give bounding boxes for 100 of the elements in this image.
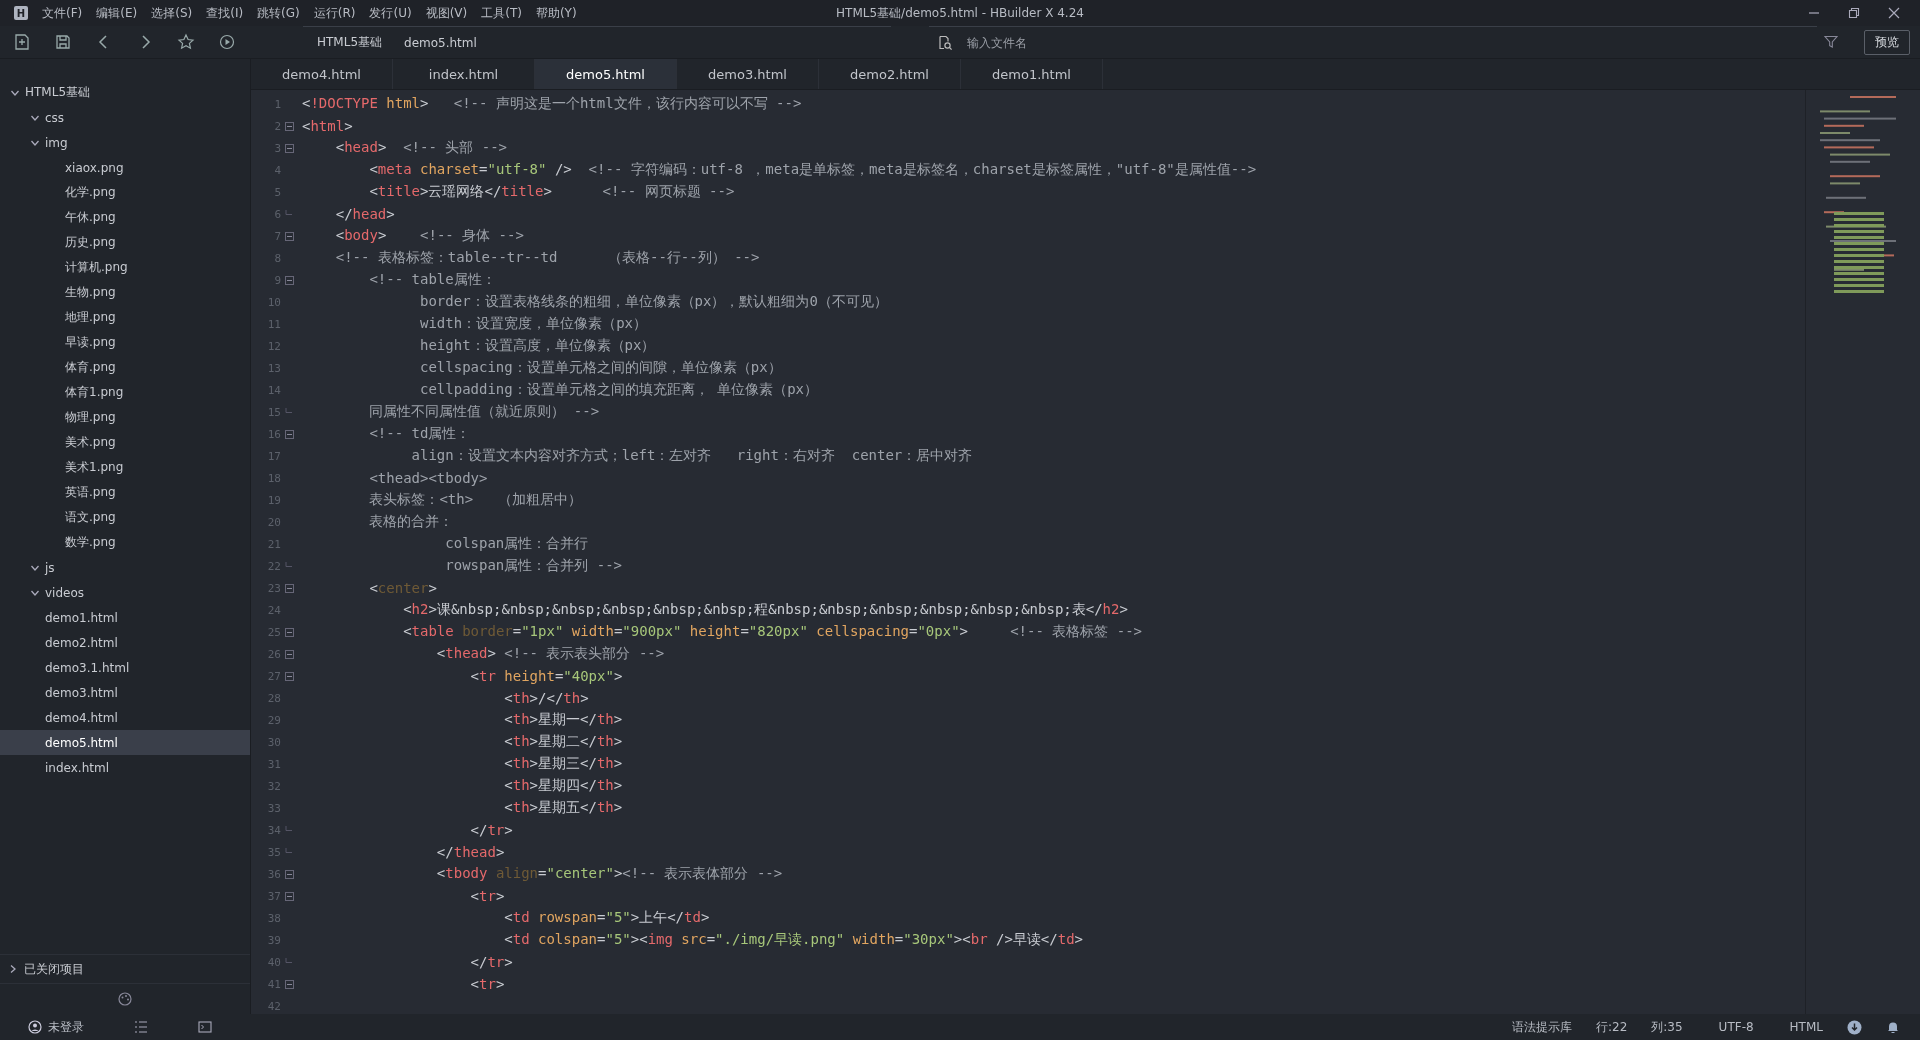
menu-item[interactable]: 帮助(Y): [535, 4, 577, 22]
close-icon[interactable]: [1888, 7, 1900, 19]
restore-icon[interactable]: [1848, 7, 1860, 19]
fold-icon[interactable]: [285, 429, 294, 439]
file-tree-item[interactable]: demo1.html: [0, 605, 250, 630]
fold-icon[interactable]: [285, 649, 294, 659]
line-number: 17: [266, 449, 281, 463]
language-label[interactable]: HTML: [1789, 1020, 1823, 1034]
fold-icon[interactable]: [285, 891, 294, 901]
file-tree-item[interactable]: js: [0, 555, 250, 580]
file-tree-item[interactable]: 早读.png: [0, 330, 250, 355]
new-file-icon[interactable]: [13, 33, 31, 51]
fold-icon[interactable]: [285, 869, 294, 879]
fold-icon[interactable]: [285, 231, 294, 241]
editor-tab[interactable]: demo2.html: [819, 59, 961, 89]
line-number: 34: [266, 823, 281, 837]
file-tree-item[interactable]: 地理.png: [0, 305, 250, 330]
file-tree-item[interactable]: demo3.html: [0, 680, 250, 705]
line-number: 4: [273, 163, 281, 177]
code-line: <th>星期五</th>: [503, 799, 623, 815]
terminal-icon[interactable]: [198, 1020, 212, 1034]
menu-item[interactable]: 查找(I): [206, 4, 244, 22]
line-number: 38: [266, 911, 281, 925]
menu-item[interactable]: 工具(T): [481, 4, 522, 22]
file-tree-item[interactable]: img: [0, 130, 250, 155]
user-icon[interactable]: [28, 1020, 42, 1034]
save-icon[interactable]: [54, 33, 72, 51]
code-line: border：设置表格线条的粗细，单位像素（px），默认粗细为0（不可见）: [419, 293, 888, 309]
menu-item[interactable]: 跳转(G): [257, 4, 300, 22]
fold-icon[interactable]: [285, 671, 294, 681]
menu-item[interactable]: 编辑(E): [96, 4, 138, 22]
file-tree-item[interactable]: css: [0, 105, 250, 130]
file-search-field[interactable]: 输入文件名: [965, 34, 1269, 51]
line-number: 15: [266, 405, 281, 419]
file-tree-item[interactable]: demo4.html: [0, 705, 250, 730]
file-tree-item[interactable]: demo3.1.html: [0, 655, 250, 680]
syntax-library-link[interactable]: 语法提示库: [1512, 1018, 1572, 1036]
fold-icon[interactable]: [285, 121, 294, 131]
editor-tab[interactable]: demo1.html: [961, 59, 1103, 89]
menu-item[interactable]: 运行(R): [313, 4, 356, 22]
line-number: 10: [266, 295, 281, 309]
breadcrumb-item[interactable]: demo5.html: [404, 35, 477, 50]
bell-icon[interactable]: [1886, 1020, 1900, 1034]
file-tree-item[interactable]: 午休.png: [0, 205, 250, 230]
star-icon[interactable]: [177, 33, 195, 51]
editor-tab[interactable]: demo3.html: [677, 59, 819, 89]
menu-item[interactable]: 选择(S): [151, 4, 193, 22]
file-tree-item[interactable]: demo5.html: [0, 730, 250, 755]
line-number: 28: [266, 691, 281, 705]
file-tree-item[interactable]: 化学.png: [0, 180, 250, 205]
file-tree-item[interactable]: 生物.png: [0, 280, 250, 305]
editor-tab[interactable]: demo5.html: [535, 59, 677, 89]
line-number: 13: [266, 361, 281, 375]
code-line: <body> <!-- 身体 -->: [334, 227, 524, 243]
code-line: colspan属性：合并行: [444, 535, 589, 551]
menu-item[interactable]: 文件(F): [42, 4, 83, 22]
encoding-label[interactable]: UTF-8: [1718, 1020, 1754, 1034]
file-tree-item[interactable]: xiaox.png: [0, 155, 250, 180]
file-tree-item[interactable]: HTML5基础: [0, 80, 250, 105]
filter-icon[interactable]: [1824, 35, 1838, 49]
file-tree-item[interactable]: index.html: [0, 755, 250, 780]
code-line: <table border="1px" width="900px" height="820px" cellspacing="0px"> <!-- 表格标签 -->: [402, 623, 1143, 639]
fold-icon[interactable]: [285, 627, 294, 637]
preview-button[interactable]: 预览: [1864, 29, 1910, 55]
fold-icon[interactable]: [285, 275, 294, 285]
login-status[interactable]: 未登录: [48, 1018, 84, 1036]
editor-tab[interactable]: demo4.html: [251, 59, 393, 89]
file-tree-item[interactable]: 历史.png: [0, 230, 250, 255]
code-line: </thead>: [435, 844, 505, 860]
line-number: 9: [273, 273, 281, 287]
file-tree-item[interactable]: 物理.png: [0, 405, 250, 430]
file-tree-item[interactable]: 美术1.png: [0, 455, 250, 480]
run-icon[interactable]: [218, 33, 236, 51]
file-tree-item[interactable]: 体育1.png: [0, 380, 250, 405]
closed-projects-item[interactable]: 已关闭项目: [0, 954, 250, 983]
file-tree-item[interactable]: 数学.png: [0, 530, 250, 555]
fold-icon[interactable]: [285, 143, 294, 153]
line-number: 30: [266, 735, 281, 749]
line-number: 39: [266, 933, 281, 947]
file-tree-item[interactable]: videos: [0, 580, 250, 605]
file-tree-item[interactable]: 语文.png: [0, 505, 250, 530]
file-tree-item[interactable]: 英语.png: [0, 480, 250, 505]
menu-item[interactable]: 视图(V): [425, 4, 468, 22]
code-line: <center>: [368, 580, 437, 596]
line-number: 31: [266, 757, 281, 771]
code-line: <!-- 表格标签：table--tr--td （表格--行--列） -->: [334, 249, 760, 265]
palette-icon[interactable]: [117, 991, 133, 1007]
code-line: 同属性不同属性值（就近原则） -->: [368, 403, 600, 419]
file-tree-item[interactable]: 计算机.png: [0, 255, 250, 280]
fold-icon[interactable]: [285, 979, 294, 989]
list-icon[interactable]: [134, 1020, 148, 1034]
breadcrumb-item[interactable]: HTML5基础: [317, 34, 383, 51]
code-line: <th>星期一</th>: [503, 711, 623, 727]
line-number: 22: [266, 559, 281, 573]
file-tree-item[interactable]: demo2.html: [0, 630, 250, 655]
file-tree-item[interactable]: 美术.png: [0, 430, 250, 455]
menu-item[interactable]: 发行(U): [369, 4, 412, 22]
download-icon[interactable]: [1847, 1019, 1862, 1035]
fold-icon[interactable]: [285, 583, 294, 593]
file-tree-item[interactable]: 体育.png: [0, 355, 250, 380]
